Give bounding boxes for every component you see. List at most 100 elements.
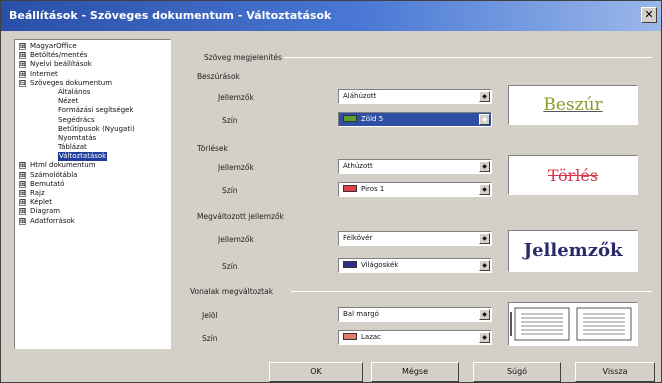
tree-item[interactable]: Táblázat	[15, 143, 170, 152]
insertions-attr-label: Jellemzők	[218, 93, 254, 102]
dropdown-arrow-icon[interactable]: ◆	[479, 233, 490, 244]
changed-attrs-color-label: Szín	[222, 262, 238, 271]
changed-attrs-preview: Jellemzők	[508, 230, 638, 272]
ok-button[interactable]: OK	[269, 362, 363, 382]
tree-item[interactable]: ⊞ Html dokumentum	[15, 161, 170, 170]
section-divider	[284, 57, 652, 58]
tree-item-label: Szöveges dokumentum	[30, 78, 113, 87]
tree-item-label: MagyarOffice	[30, 42, 77, 50]
insertions-preview-text: Beszúr	[543, 95, 603, 115]
expand-icon[interactable]: ⊞	[19, 70, 26, 78]
expand-icon[interactable]: ⊞	[19, 61, 26, 69]
help-button[interactable]: Súgó	[473, 362, 561, 382]
tree-item[interactable]: ⊞ Képlet	[15, 198, 170, 207]
insertions-title: Beszúrások	[197, 72, 240, 81]
changed-lines-mark-value: Bal margó	[343, 310, 379, 318]
tree-item[interactable]: ⊞ Számolótábla	[15, 171, 170, 180]
changed-lines-color-label: Szín	[202, 334, 218, 343]
changed-lines-preview	[508, 302, 638, 346]
margin-lines-preview-icon	[510, 307, 632, 341]
tree-item[interactable]: ⊞ Adatforrások	[15, 217, 170, 226]
tree-item-label: Bemutató	[30, 179, 65, 188]
changed-lines-color-value: Lazac	[361, 333, 382, 341]
tree-item-label: Rajz	[30, 189, 45, 197]
tree-item[interactable]: Formázási segítségek	[15, 106, 170, 115]
expand-icon[interactable]: ⊞	[19, 199, 26, 207]
deletions-attr-select[interactable]: Áthúzott ◆	[338, 159, 492, 174]
deletions-attr-value: Áthúzott	[343, 162, 373, 170]
close-icon[interactable]: ✕	[641, 7, 657, 23]
tree-item-label: Diagram	[30, 207, 61, 216]
tree-item[interactable]: ⊞ Betöltés/mentés	[15, 51, 170, 60]
insertions-color-value: Zöld 5	[361, 115, 384, 123]
tree-item[interactable]: ⊞ Diagram	[15, 207, 170, 216]
deletions-color-select[interactable]: Piros 1 ◆	[338, 182, 492, 197]
expand-icon[interactable]: ⊞	[19, 208, 26, 216]
dropdown-arrow-icon[interactable]: ◆	[479, 114, 490, 125]
dropdown-arrow-icon[interactable]: ◆	[479, 184, 490, 195]
expand-icon[interactable]: ⊞	[19, 52, 26, 60]
deletions-preview: Törlés	[508, 155, 638, 195]
color-swatch	[343, 115, 357, 122]
section-title: Szöveg megjelenítés	[204, 53, 282, 62]
tree-item[interactable]: ⊞ Bemutató	[15, 180, 170, 189]
dropdown-arrow-icon[interactable]: ◆	[479, 309, 490, 320]
insertions-preview: Beszúr	[508, 85, 638, 125]
expand-icon[interactable]: ⊞	[19, 217, 26, 225]
tree-item-label: Html dokumentum	[30, 161, 96, 170]
tree-item-label: Nyelvi beállítások	[30, 60, 92, 69]
changed-lines-title: Vonalak megváltoztak	[190, 287, 274, 296]
tree-item[interactable]: ⊞ Internet	[15, 70, 170, 79]
deletions-color-value: Piros 1	[361, 185, 385, 193]
expand-icon[interactable]: ⊞	[19, 171, 26, 179]
tree-item[interactable]: ⊞ Rajz	[15, 189, 170, 198]
insertions-color-select[interactable]: Zöld 5 ◆	[338, 112, 492, 127]
deletions-attr-label: Jellemzők	[218, 163, 254, 172]
dropdown-arrow-icon[interactable]: ◆	[479, 161, 490, 172]
changed-lines-mark-label: Jelöl	[202, 311, 218, 320]
tree-item[interactable]: ⊞ MagyarOffice	[15, 42, 170, 51]
color-swatch	[343, 333, 357, 340]
dropdown-arrow-icon[interactable]: ◆	[479, 260, 490, 271]
tree-item-label: Változtatások	[58, 152, 108, 162]
expand-icon[interactable]: ⊞	[19, 162, 26, 170]
tree-item-label: Táblázat	[58, 143, 87, 152]
tree-item[interactable]: Betűtípusok (Nyugati)	[15, 125, 170, 134]
tree-item[interactable]: Segédrács	[15, 116, 170, 125]
changed-attrs-preview-text: Jellemzők	[523, 240, 623, 261]
dropdown-arrow-icon[interactable]: ◆	[479, 332, 490, 343]
changed-lines-color-select[interactable]: Lazac ◆	[338, 330, 492, 345]
tree-item-label: Számolótábla	[30, 170, 78, 179]
tree-item-label: Képlet	[30, 198, 52, 207]
changed-lines-mark-select[interactable]: Bal margó ◆	[338, 307, 492, 322]
changed-attrs-color-select[interactable]: Világoskék ◆	[338, 258, 492, 273]
tree-item-label: Internet	[30, 69, 58, 78]
tree-item-label: Segédrács	[58, 115, 95, 124]
title-bar: Beállítások - Szöveges dokumentum - Vált…	[1, 1, 661, 31]
color-swatch	[343, 261, 357, 268]
options-tree[interactable]: ⊞ MagyarOffice ⊞ Betöltés/mentés ⊞ Nyelvi beá…	[14, 39, 171, 349]
expand-icon[interactable]: ⊞	[19, 190, 26, 197]
tree-item-label: Nézet	[58, 97, 79, 106]
expand-icon[interactable]: ⊞	[19, 180, 26, 188]
tree-item[interactable]: ⊟ Szöveges dokumentum	[15, 79, 170, 88]
insertions-attr-select[interactable]: Aláhúzott ◆	[338, 89, 492, 104]
changed-attrs-attr-select[interactable]: Félkövér ◆	[338, 231, 492, 246]
cancel-button[interactable]: Mégse	[371, 362, 459, 382]
tree-item[interactable]: Nézet	[15, 97, 170, 106]
tree-item[interactable]: ⊞ Nyelvi beállítások	[15, 60, 170, 69]
back-button[interactable]: Vissza	[575, 362, 655, 382]
dropdown-arrow-icon[interactable]: ◆	[479, 91, 490, 102]
deletions-color-label: Szín	[222, 186, 238, 195]
deletions-preview-text: Törlés	[547, 166, 599, 185]
tree-item-label: Adatforrások	[30, 216, 75, 225]
collapse-icon[interactable]: ⊟	[19, 79, 26, 87]
changed-attrs-color-value: Világoskék	[361, 261, 399, 269]
insertions-color-label: Szín	[222, 116, 238, 125]
tree-item[interactable]: Változtatások	[15, 152, 170, 162]
changed-attrs-attr-value: Félkövér	[343, 234, 373, 242]
expand-icon[interactable]: ⊞	[19, 43, 26, 50]
tree-item[interactable]: Általános	[15, 88, 170, 97]
window-title: Beállítások - Szöveges dokumentum - Vált…	[9, 9, 332, 22]
tree-item[interactable]: Nyomtatás	[15, 134, 170, 143]
